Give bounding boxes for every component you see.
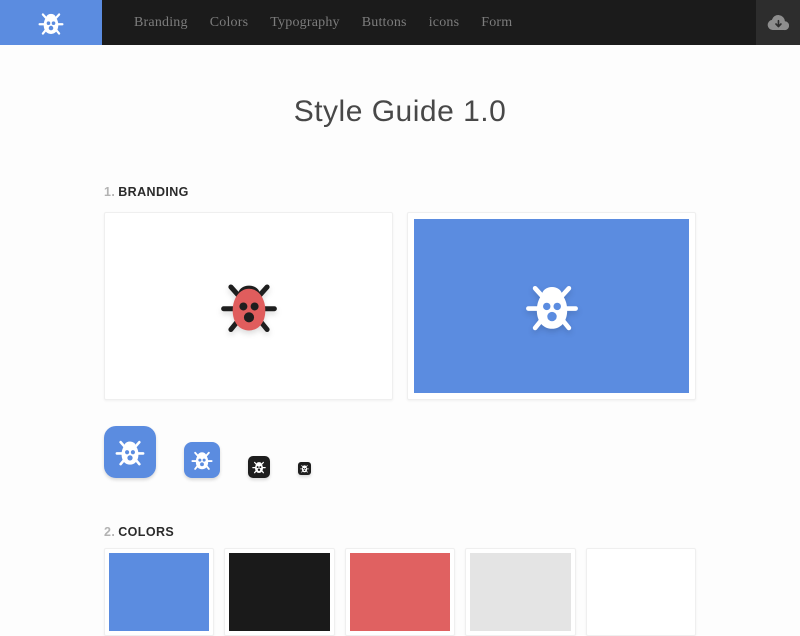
nav-item-typography[interactable]: Typography bbox=[270, 15, 339, 31]
branding-row bbox=[104, 212, 696, 400]
section-number: 1. bbox=[104, 185, 115, 199]
swatch-card-black bbox=[224, 548, 334, 636]
nav-item-form[interactable]: Form bbox=[481, 15, 512, 31]
nav-item-buttons[interactable]: Buttons bbox=[362, 15, 407, 31]
section-title: COLORS bbox=[118, 525, 174, 539]
bug-logo-white-icon bbox=[525, 279, 579, 333]
bug-icon bbox=[252, 460, 266, 474]
nav-item-colors[interactable]: Colors bbox=[210, 15, 249, 31]
color-swatch-row bbox=[104, 548, 696, 636]
swatch-card-white bbox=[586, 548, 696, 636]
color-swatch bbox=[350, 553, 450, 631]
section-heading-colors: 2.COLORS bbox=[104, 525, 696, 539]
swatch-card-light-gray bbox=[465, 548, 575, 636]
main-content: Style Guide 1.0 1.BRANDING bbox=[104, 97, 696, 636]
section-heading-branding: 1.BRANDING bbox=[104, 185, 696, 199]
download-button[interactable] bbox=[756, 0, 800, 45]
color-swatch bbox=[229, 553, 329, 631]
cloud-download-icon bbox=[767, 15, 789, 31]
blue-swatch-background bbox=[414, 219, 689, 393]
color-swatch bbox=[470, 553, 570, 631]
page-title: Style Guide 1.0 bbox=[104, 97, 696, 127]
nav-item-branding[interactable]: Branding bbox=[134, 15, 188, 31]
bug-logo-red-icon bbox=[220, 277, 278, 335]
logo-card-blue bbox=[407, 212, 696, 400]
bug-icon bbox=[38, 10, 64, 36]
bug-icon bbox=[300, 464, 309, 473]
nav-item-icons[interactable]: icons bbox=[429, 15, 460, 31]
app-icon-sizes-row bbox=[104, 426, 696, 478]
logo-home-button[interactable] bbox=[0, 0, 102, 45]
nav-links: Branding Colors Typography Buttons icons… bbox=[134, 0, 756, 45]
color-swatch bbox=[109, 553, 209, 631]
swatch-card-red bbox=[345, 548, 455, 636]
app-icon-large[interactable] bbox=[104, 426, 156, 478]
app-icon-tiny[interactable] bbox=[298, 462, 311, 475]
swatch-card-blue bbox=[104, 548, 214, 636]
logo-card-light bbox=[104, 212, 393, 400]
top-nav-bar: Branding Colors Typography Buttons icons… bbox=[0, 0, 800, 45]
section-title: BRANDING bbox=[118, 185, 189, 199]
section-number: 2. bbox=[104, 525, 115, 539]
app-icon-medium[interactable] bbox=[184, 442, 220, 478]
color-swatch bbox=[591, 553, 691, 631]
bug-icon bbox=[115, 437, 145, 467]
app-icon-small[interactable] bbox=[248, 456, 270, 478]
bug-icon bbox=[191, 449, 213, 471]
